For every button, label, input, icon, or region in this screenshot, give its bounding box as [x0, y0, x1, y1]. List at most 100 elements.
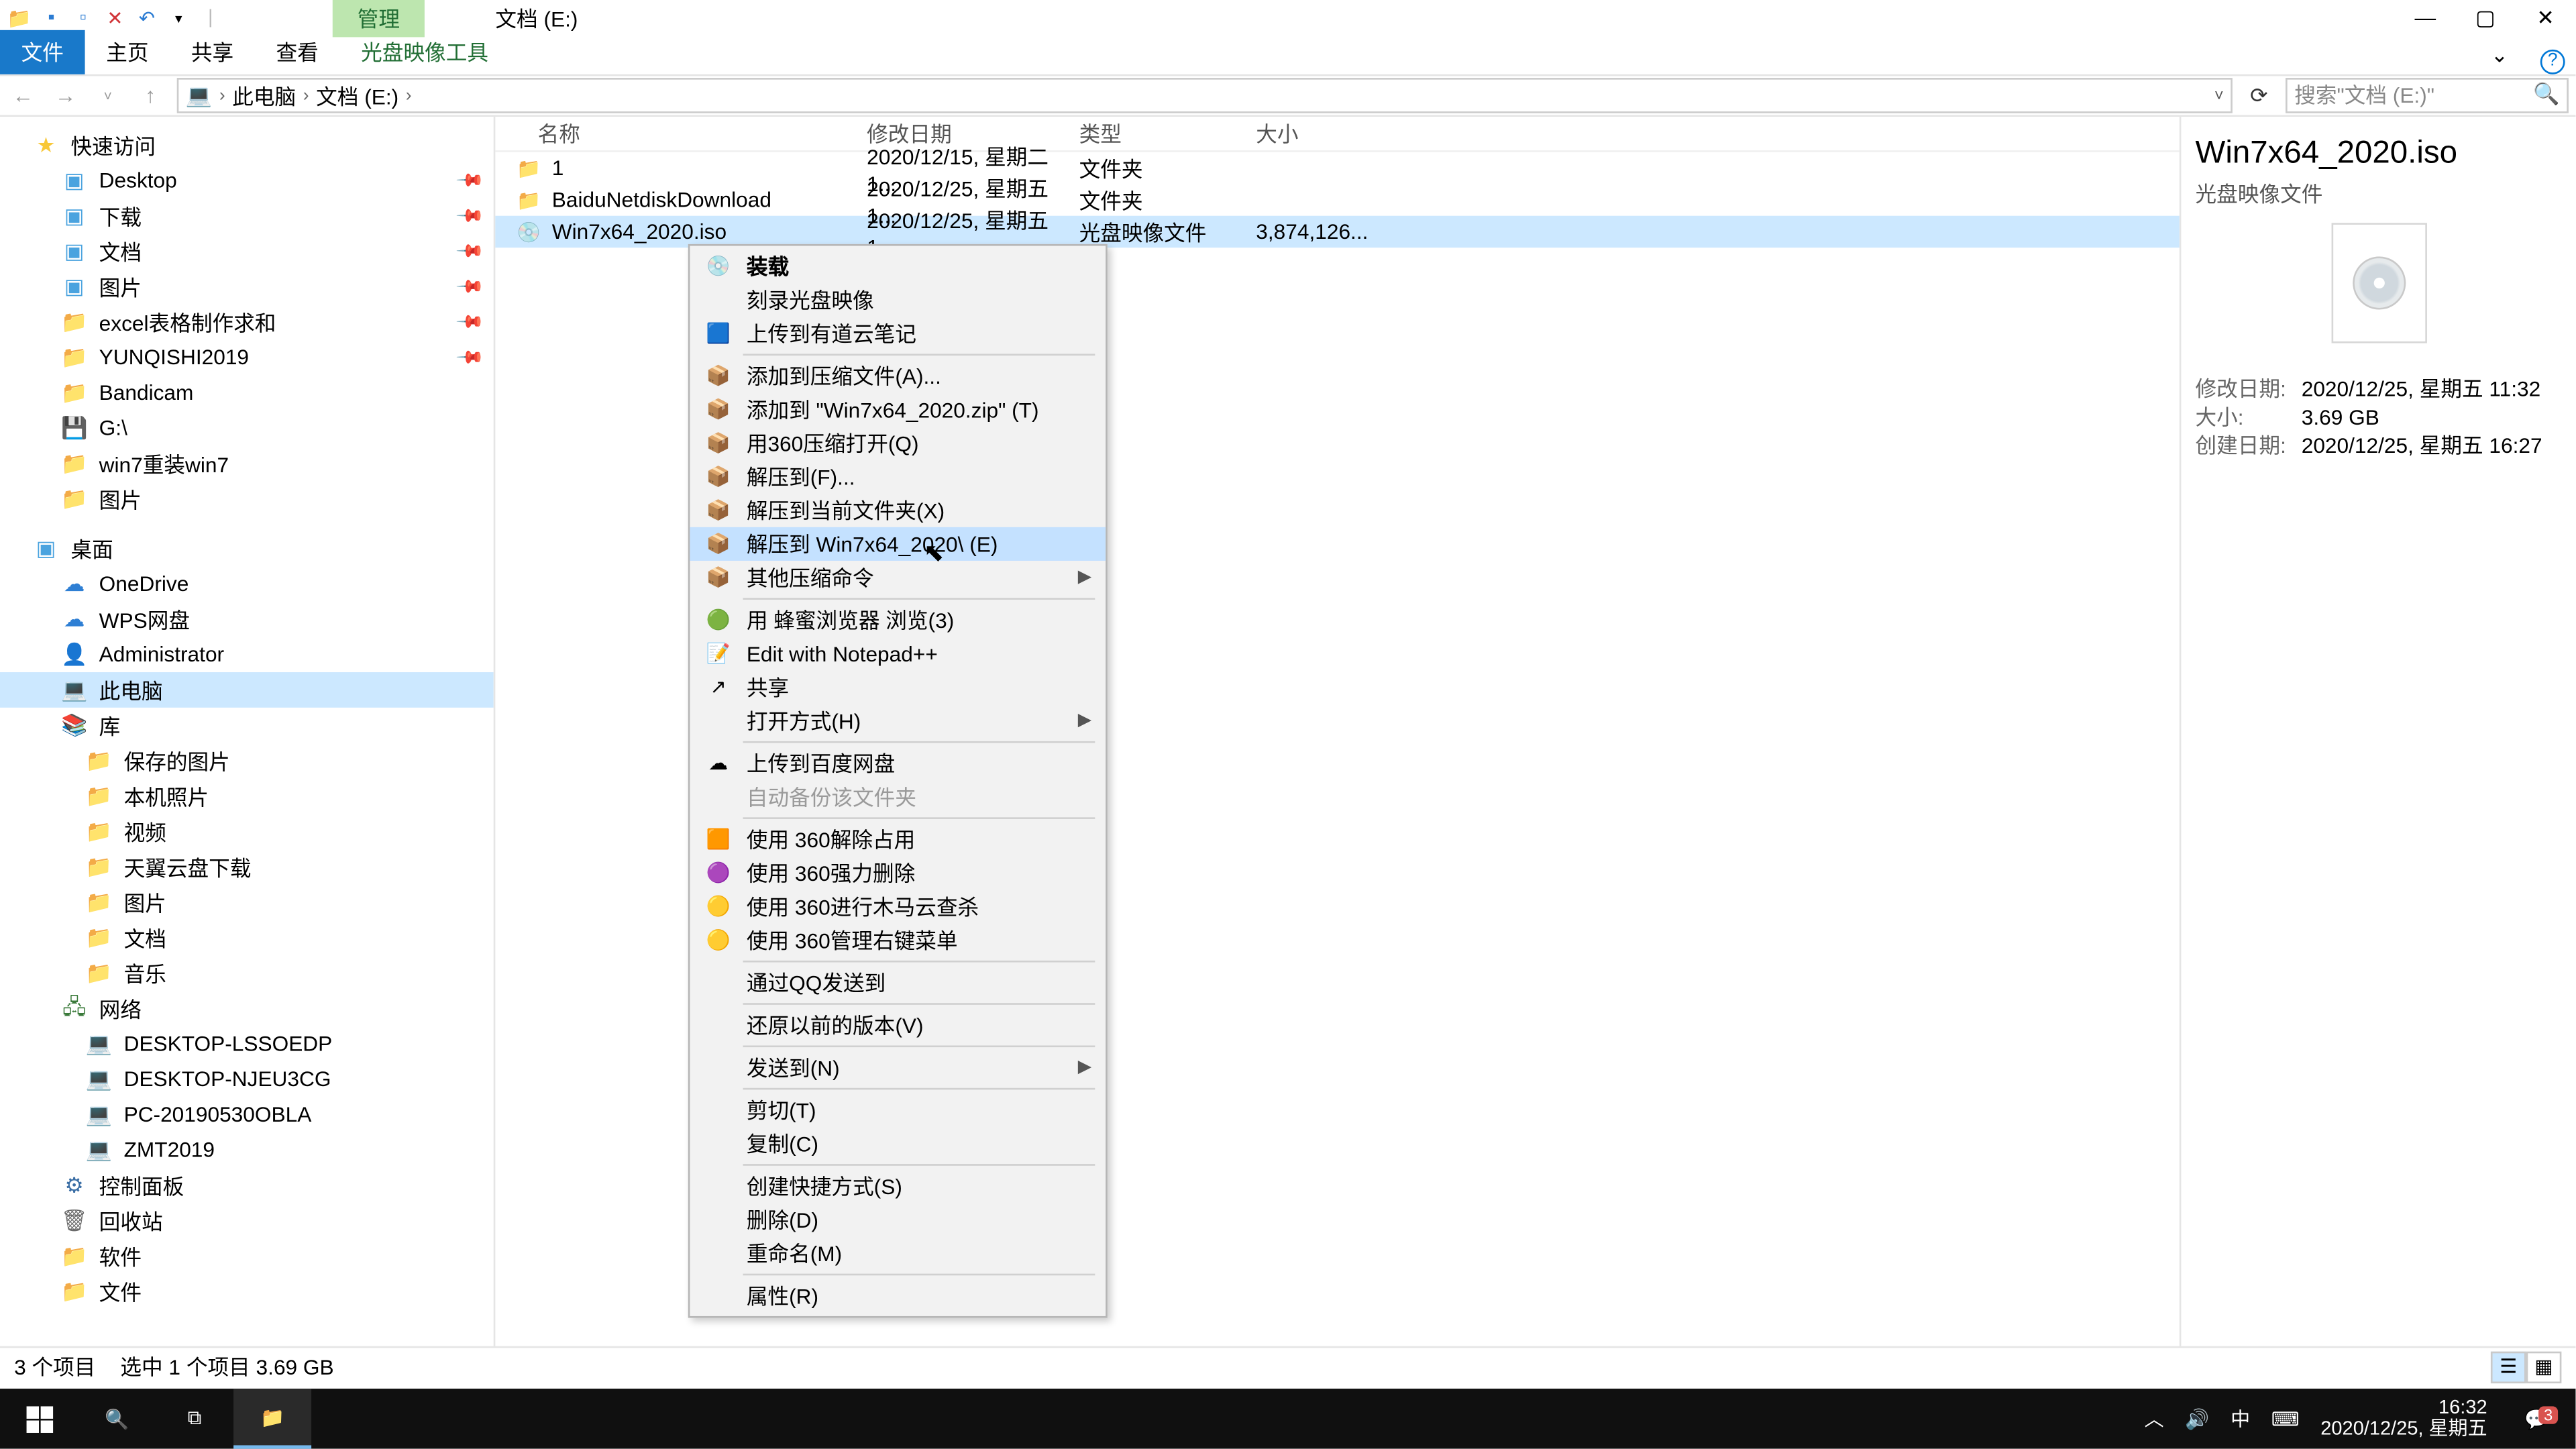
close-button[interactable]: ✕	[2516, 0, 2576, 36]
ribbon-tab-context[interactable]: 光盘映像工具	[339, 30, 509, 74]
nav-item[interactable]: 💻ZMT2019	[0, 1132, 494, 1168]
context-menu-item[interactable]: 刻录光盘映像	[690, 283, 1106, 317]
taskbar-search-button[interactable]: 🔍	[78, 1389, 156, 1449]
context-menu-item[interactable]: 🟡使用 360进行木马云查杀	[690, 890, 1106, 923]
col-size[interactable]: 大小	[1256, 119, 1380, 149]
col-type[interactable]: 类型	[1079, 119, 1256, 149]
context-menu-item[interactable]: 🟧使用 360解除占用	[690, 822, 1106, 856]
nav-item[interactable]: 👤Administrator	[0, 637, 494, 672]
nav-item[interactable]: 🖧网络	[0, 991, 494, 1026]
context-menu-item[interactable]: 属性(R)	[690, 1279, 1106, 1313]
context-menu-item[interactable]: ↗共享	[690, 670, 1106, 704]
nav-item[interactable]: 📁excel表格制作求和📌	[0, 305, 494, 340]
nav-item[interactable]: 💻此电脑	[0, 672, 494, 708]
nav-item[interactable]: 💻DESKTOP-NJEU3CG	[0, 1061, 494, 1097]
nav-history-button[interactable]: ˅	[92, 88, 123, 104]
breadcrumb-part[interactable]: 此电脑	[232, 80, 296, 111]
context-menu-item[interactable]: 通过QQ发送到	[690, 966, 1106, 1000]
nav-header[interactable]: ▣桌面	[0, 531, 494, 566]
nav-item[interactable]: ▣Desktop📌	[0, 163, 494, 199]
context-menu-item[interactable]: 📦添加到压缩文件(A)...	[690, 359, 1106, 392]
tray-expand-icon[interactable]: ︿	[2145, 1405, 2164, 1433]
col-name[interactable]: 名称	[495, 119, 867, 149]
nav-item[interactable]: 📁图片	[0, 885, 494, 920]
file-row[interactable]: 📁BaiduNetdiskDownload2020/12/25, 星期五 1..…	[495, 184, 2179, 215]
breadcrumb[interactable]: 💻 › 此电脑 › 文档 (E:) › ˅	[177, 78, 2233, 113]
nav-item[interactable]: 📁文档	[0, 920, 494, 955]
nav-item[interactable]: 📁win7重装win7	[0, 446, 494, 482]
context-menu-item[interactable]: 打开方式(H)▶	[690, 704, 1106, 738]
context-menu-item[interactable]: 复制(C)	[690, 1127, 1106, 1161]
context-menu-item[interactable]: 📦其他压缩命令▶	[690, 561, 1106, 594]
ime-indicator[interactable]: 中	[2231, 1405, 2250, 1433]
nav-header[interactable]: ★快速访问	[0, 127, 494, 163]
ribbon-tab-view[interactable]: 查看	[255, 30, 340, 74]
taskbar-explorer-button[interactable]: 📁	[233, 1389, 311, 1449]
context-menu-item[interactable]: ☁上传到百度网盘	[690, 747, 1106, 780]
qat-delete-icon[interactable]: ✕	[99, 2, 131, 34]
nav-item[interactable]: ▣文档📌	[0, 233, 494, 269]
nav-item[interactable]: 📁本机照片	[0, 778, 494, 814]
chevron-right-icon[interactable]: ›	[303, 86, 309, 105]
maximize-button[interactable]: ▢	[2455, 0, 2516, 36]
context-menu-item[interactable]: 🟦上传到有道云笔记	[690, 317, 1106, 350]
qat-properties-icon[interactable]: ▪	[36, 2, 67, 34]
volume-icon[interactable]: 🔊	[2185, 1407, 2209, 1430]
context-menu-item[interactable]: 创建快捷方式(S)	[690, 1169, 1106, 1203]
nav-item[interactable]: ▣下载📌	[0, 198, 494, 233]
nav-item[interactable]: 💾G:\	[0, 411, 494, 446]
nav-back-button[interactable]: ←	[7, 83, 39, 108]
nav-up-button[interactable]: ↑	[134, 83, 166, 108]
chevron-right-icon[interactable]: ›	[406, 86, 412, 105]
file-row[interactable]: 📁12020/12/15, 星期二 1...文件夹	[495, 152, 2179, 184]
context-menu-item[interactable]: 💿装载	[690, 250, 1106, 283]
task-view-button[interactable]: ⧉	[156, 1389, 233, 1449]
context-menu-item[interactable]: 🟡使用 360管理右键菜单	[690, 924, 1106, 957]
nav-item[interactable]: ☁OneDrive	[0, 566, 494, 602]
qat-undo-icon[interactable]: ↶	[131, 2, 162, 34]
breadcrumb-dropdown-icon[interactable]: ˅	[2214, 87, 2224, 104]
nav-item[interactable]: 📁YUNQISHI2019📌	[0, 339, 494, 375]
qat-dropdown-icon[interactable]: ▾	[163, 2, 195, 34]
search-icon[interactable]: 🔍	[2533, 81, 2559, 106]
action-center-button[interactable]: 💬3	[2508, 1407, 2565, 1430]
nav-item[interactable]: 📁天翼云盘下载	[0, 849, 494, 885]
view-icons-button[interactable]: ▦	[2526, 1350, 2562, 1382]
ribbon-tab-share[interactable]: 共享	[170, 30, 255, 74]
nav-item[interactable]: 📁软件	[0, 1238, 494, 1274]
nav-item[interactable]: 📁图片	[0, 481, 494, 517]
nav-item[interactable]: ▣图片📌	[0, 269, 494, 305]
ime-mode-icon[interactable]: ⌨	[2271, 1407, 2300, 1430]
ribbon-tab-home[interactable]: 主页	[85, 30, 170, 74]
nav-item[interactable]: 📁视频	[0, 814, 494, 849]
minimize-button[interactable]: ―	[2395, 0, 2455, 36]
context-menu-item[interactable]: 📦解压到(F)...	[690, 460, 1106, 494]
context-menu-item[interactable]: 🟢用 蜂蜜浏览器 浏览(3)	[690, 603, 1106, 637]
context-menu-item[interactable]: 📦添加到 "Win7x64_2020.zip" (T)	[690, 392, 1106, 426]
start-button[interactable]	[0, 1389, 78, 1449]
taskbar-clock[interactable]: 16:32 2020/12/25, 星期五	[2320, 1397, 2487, 1440]
nav-item[interactable]: 🗑回收站	[0, 1203, 494, 1238]
context-menu-item[interactable]: 删除(D)	[690, 1203, 1106, 1236]
nav-item[interactable]: 📚库	[0, 708, 494, 743]
view-details-button[interactable]: ☰	[2491, 1350, 2526, 1382]
nav-item[interactable]: ☁WPS网盘	[0, 602, 494, 637]
context-menu-item[interactable]: 📦解压到当前文件夹(X)	[690, 494, 1106, 527]
context-menu-item[interactable]: 📦解压到 Win7x64_2020\ (E)	[690, 527, 1106, 561]
nav-item[interactable]: ⚙控制面板	[0, 1167, 494, 1203]
context-menu-item[interactable]: 📦用360压缩打开(Q)	[690, 427, 1106, 460]
nav-item[interactable]: 📁保存的图片	[0, 743, 494, 779]
nav-item[interactable]: 📁Bandicam	[0, 375, 494, 411]
file-row[interactable]: 💿Win7x64_2020.iso2020/12/25, 星期五 1...光盘映…	[495, 216, 2179, 248]
chevron-right-icon[interactable]: ›	[219, 86, 225, 105]
nav-item[interactable]: 📁音乐	[0, 955, 494, 991]
ribbon-tab-file[interactable]: 文件	[0, 30, 85, 74]
context-menu-item[interactable]: 发送到(N)▶	[690, 1051, 1106, 1084]
context-menu-item[interactable]: 🟣使用 360强力删除	[690, 856, 1106, 890]
context-menu-item[interactable]: 剪切(T)	[690, 1093, 1106, 1127]
nav-item[interactable]: 💻PC-20190530OBLA	[0, 1097, 494, 1132]
ribbon-expand-icon[interactable]: ⌄	[2469, 36, 2530, 74]
help-icon[interactable]: ?	[2540, 50, 2565, 74]
breadcrumb-part[interactable]: 文档 (E:)	[316, 80, 398, 111]
qat-new-icon[interactable]: ▫	[67, 2, 99, 34]
